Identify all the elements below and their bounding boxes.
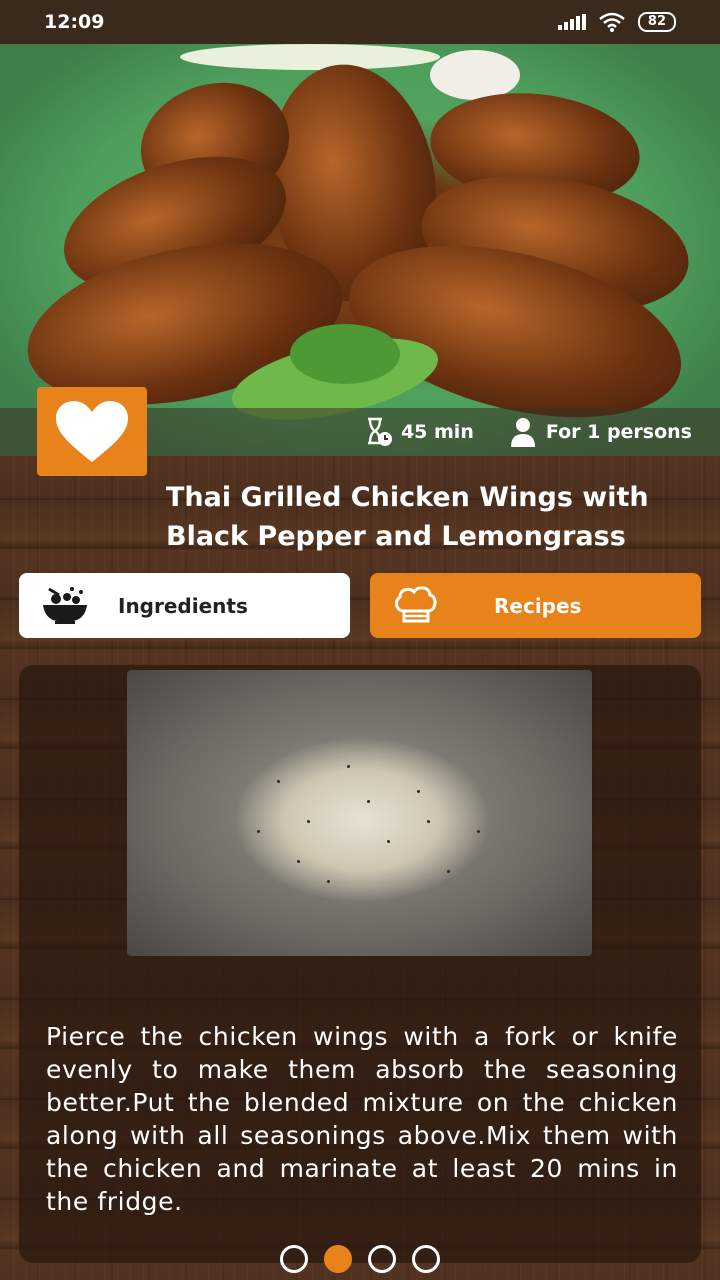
hourglass-clock-icon: [367, 417, 392, 446]
step-image: [127, 670, 592, 956]
pager-dot-1[interactable]: [280, 1245, 308, 1273]
servings: For 1 persons: [508, 417, 692, 447]
cook-time: 45 min: [363, 417, 474, 447]
servings-label: For 1 persons: [545, 421, 692, 443]
person-icon: [510, 418, 535, 447]
tab-ingredients-label: Ingredients: [118, 593, 248, 618]
pager-dot-2[interactable]: [324, 1245, 352, 1273]
signal-icon: [557, 14, 586, 30]
cook-time-label: 45 min: [400, 421, 474, 443]
chef-hat-icon: [395, 586, 437, 623]
step-pager: [0, 1245, 720, 1273]
pager-dot-3[interactable]: [368, 1245, 396, 1273]
status-bar: 12:09 82: [0, 0, 720, 44]
food-bowl-icon: [43, 587, 87, 624]
wifi-icon: [599, 12, 625, 32]
step-instructions: Pierce the chicken wings with a fork or …: [46, 1022, 678, 1216]
heart-icon: [56, 400, 128, 462]
favorite-button[interactable]: [37, 387, 147, 476]
battery-indicator: 82: [637, 12, 676, 32]
tab-recipes-label: Recipes: [494, 593, 582, 618]
tab-ingredients[interactable]: Ingredients: [19, 573, 350, 638]
recipe-title: Thai Grilled Chicken Wings with Black Pe…: [166, 482, 649, 552]
pager-dot-4[interactable]: [412, 1245, 440, 1273]
status-time: 12:09: [44, 11, 105, 33]
status-icons: 82: [557, 12, 676, 32]
tab-recipes[interactable]: Recipes: [370, 573, 701, 638]
